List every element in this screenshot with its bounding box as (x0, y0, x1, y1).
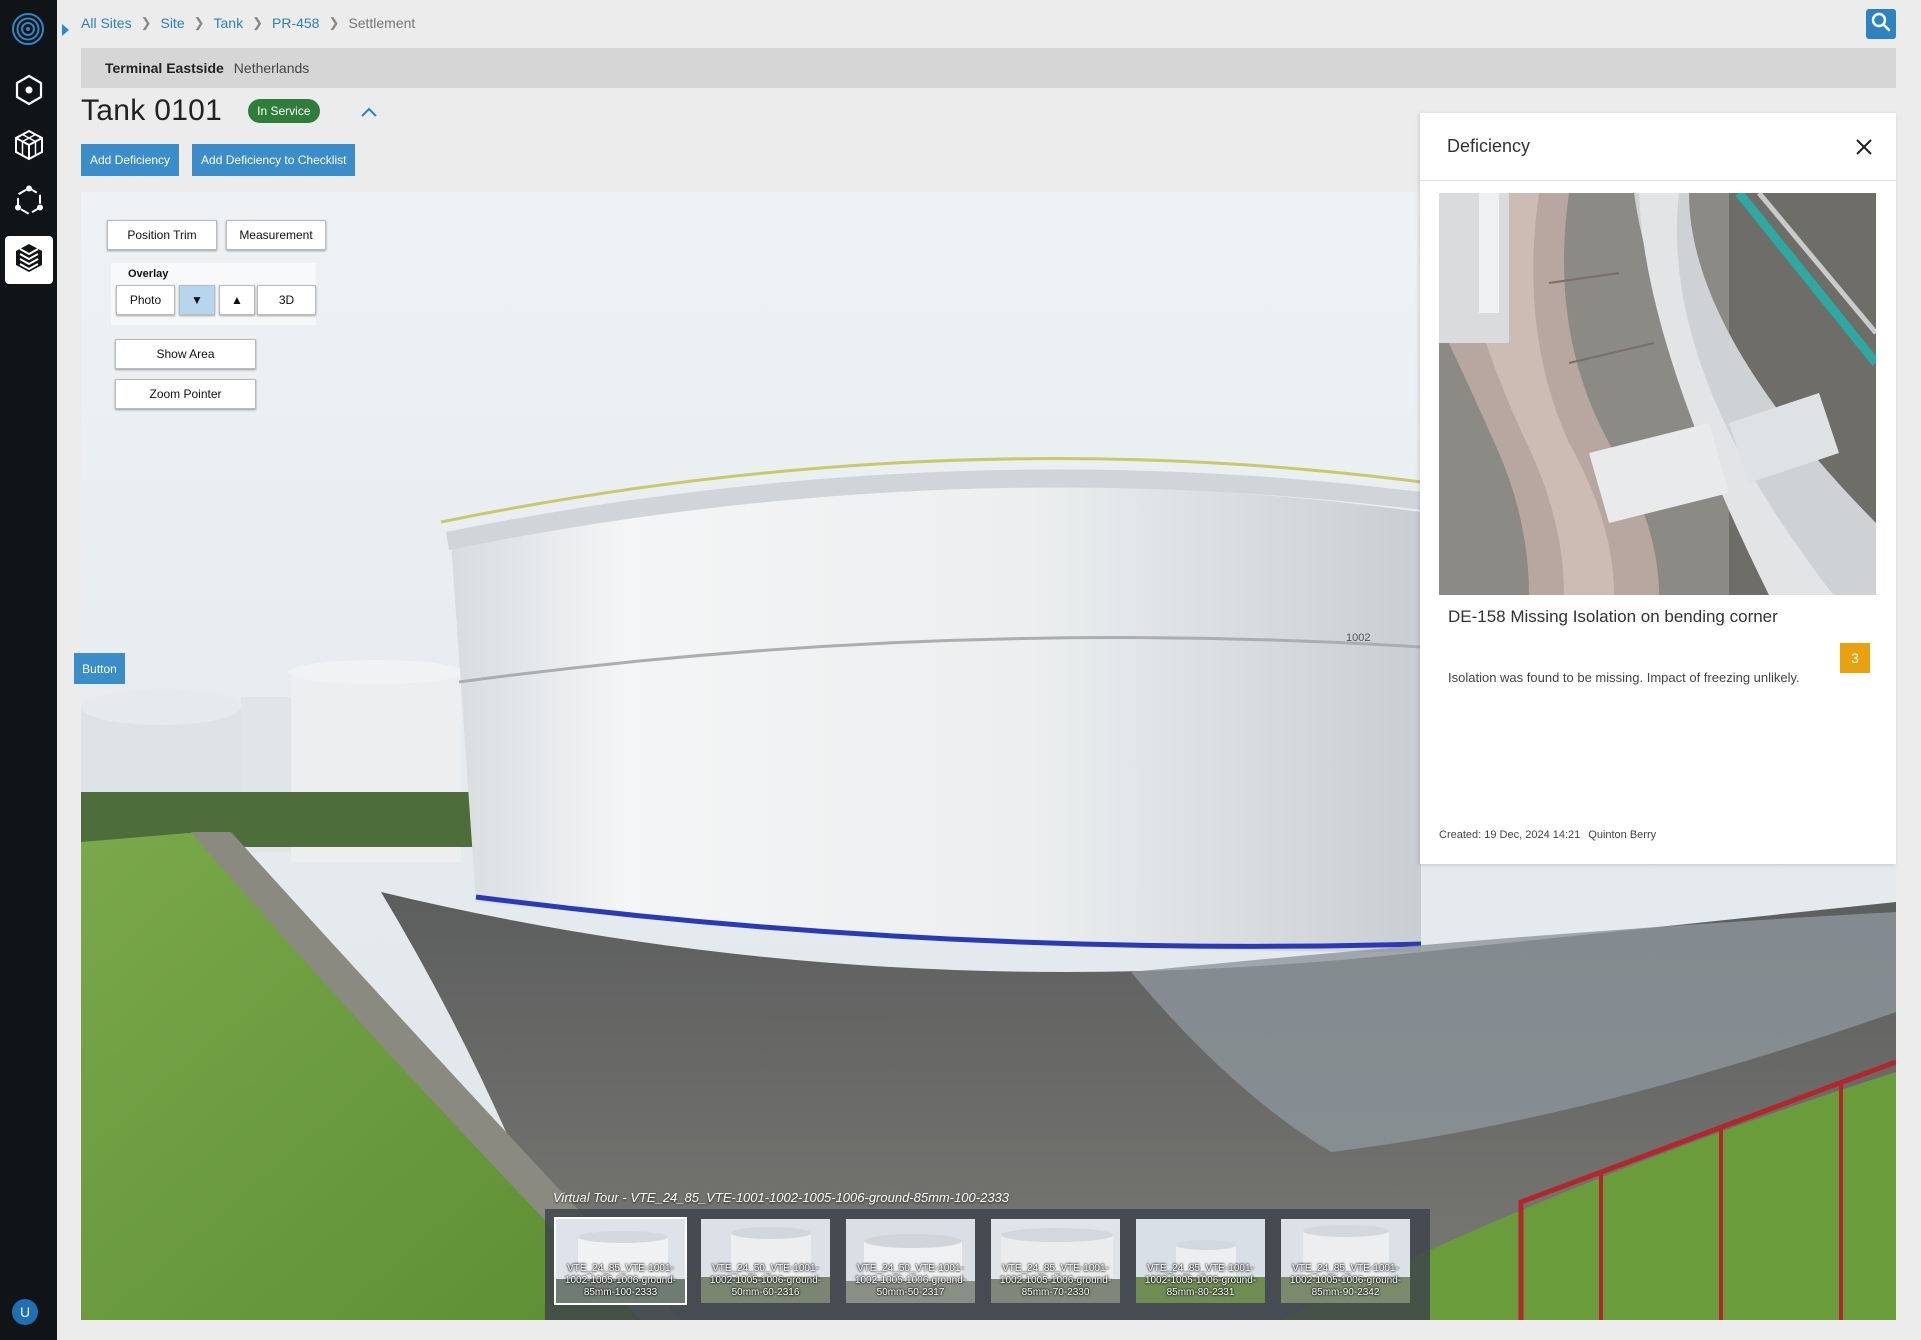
breadcrumb: All Sites ❯ Site ❯ Tank ❯ PR-458 ❯ Settl… (81, 15, 415, 31)
thumbnail-label: 50mm-50-2317 (876, 1287, 945, 1298)
breadcrumb-tank[interactable]: Tank (214, 15, 244, 31)
show-area-button[interactable]: Show Area (115, 339, 256, 369)
panel-header: Deficiency (1420, 113, 1896, 181)
nav-rail: U (0, 0, 69, 1340)
tour-thumbnail-strip: VTE_24_85_VTE-1001- 1002-1005-1006-ground… (545, 1209, 1430, 1320)
deficiency-panel: Deficiency DE-158 Missing Isolation on b… (1420, 113, 1896, 864)
deficiency-title: DE-158 Missing Isolation on bending corn… (1448, 607, 1778, 626)
breadcrumb-current: Settlement (348, 15, 416, 31)
thumbnail-label: VTE_24_50_VTE-1001- (712, 1263, 819, 1274)
created-author: Quinton Berry (1588, 829, 1657, 841)
overlay-label: Overlay (128, 268, 169, 280)
site-country: Netherlands (233, 60, 310, 76)
nav-network[interactable] (5, 179, 53, 227)
chevron-right-icon: ❯ (140, 15, 152, 30)
deficiency-footer: Created: 19 Dec, 2024 14:21 Quinton Berr… (1439, 829, 1656, 841)
thumbnail-label: VTE_24_85_VTE-1001- (1002, 1263, 1109, 1274)
deficiency-photo[interactable] (1439, 193, 1876, 595)
tour-thumbnail[interactable]: VTE_24_85_VTE-1001- 1002-1005-1006-ground… (989, 1217, 1122, 1305)
nav-sites[interactable] (5, 68, 53, 116)
thumbnail-label: 1002-1005-1006-ground- (709, 1275, 822, 1286)
chevron-up-icon[interactable] (360, 105, 378, 117)
cube-icon (13, 129, 45, 166)
thumbnail-label: 85mm-80-2331 (1166, 1287, 1235, 1298)
breadcrumb-site[interactable]: Site (160, 15, 184, 31)
tour-thumbnail[interactable]: VTE_24_85_VTE-1001- 1002-1005-1006-ground… (1279, 1217, 1412, 1305)
side-button[interactable]: Button (74, 653, 125, 684)
deficiency-count-badge: 3 (1840, 643, 1870, 673)
logo-icon[interactable] (11, 12, 45, 46)
thumbnail-label: 1002-1005-1006-ground- (1289, 1275, 1402, 1286)
thumbnail-label: 85mm-70-2330 (1021, 1287, 1090, 1298)
chevron-right-icon: ❯ (193, 15, 205, 30)
thumbnail-label: 1002-1005-1006-ground- (999, 1275, 1112, 1286)
breadcrumb-pr[interactable]: PR-458 (272, 15, 319, 31)
chevron-right-icon: ❯ (252, 15, 263, 30)
breadcrumb-all-sites[interactable]: All Sites (81, 15, 132, 31)
add-deficiency-button[interactable]: Add Deficiency (81, 144, 180, 176)
tour-thumbnail[interactable]: VTE_24_85_VTE-1001- 1002-1005-1006-ground… (1134, 1217, 1267, 1305)
add-deficiency-checklist-button[interactable]: Add Deficiency to Checklist (192, 144, 356, 176)
tour-thumbnail[interactable]: VTE_24_85_VTE-1001- 1002-1005-1006-ground… (554, 1217, 687, 1305)
thumbnail-label: VTE_24_50_VTE-1001- (857, 1263, 964, 1274)
action-bar: Add Deficiency Add Deficiency to Checkli… (81, 144, 356, 176)
position-trim-button[interactable]: Position Trim (107, 220, 217, 250)
measurement-button[interactable]: Measurement (226, 220, 326, 250)
thumbnail-label: 1002-1005-1006-ground- (1144, 1275, 1257, 1286)
search-icon (1871, 12, 1891, 37)
zoom-pointer-button[interactable]: Zoom Pointer (115, 379, 256, 409)
overlay-3d-button[interactable]: 3D (257, 285, 316, 315)
tour-caption: Virtual Tour - VTE_24_85_VTE-1001-1002-1… (553, 1190, 1010, 1205)
overlay-increase-button[interactable]: ▲ (219, 285, 255, 315)
nav-inspection[interactable] (5, 236, 53, 284)
thumbnail-label: VTE_24_85_VTE-1001- (1147, 1263, 1254, 1274)
tour-thumbnail[interactable]: VTE_24_50_VTE-1001- 1002-1005-1006-ground… (844, 1217, 977, 1305)
overlay-decrease-button[interactable]: ▼ (179, 285, 215, 315)
thumbnail-label: 85mm-90-2342 (1311, 1287, 1380, 1298)
site-name: Terminal Eastside (105, 60, 224, 76)
tank-marking: 1002 (1346, 632, 1371, 644)
created-date: Created: 19 Dec, 2024 14:21 (1439, 829, 1581, 841)
panel-title: Deficiency (1447, 136, 1531, 156)
hexagon-icon (13, 74, 45, 111)
page-title: Tank 0101 (81, 94, 223, 127)
overlay-photo-button[interactable]: Photo (116, 285, 175, 315)
thumbnail-label: 85mm-100-2333 (583, 1287, 658, 1298)
avatar[interactable]: U (12, 1299, 38, 1325)
thumbnail-label: 1002-1005-1006-ground- (854, 1275, 967, 1286)
thumbnail-label: VTE_24_85_VTE-1001- (567, 1263, 674, 1274)
chevron-right-icon: ❯ (328, 15, 340, 30)
title-row: Tank 0101 In Service (81, 94, 378, 128)
thumbnail-label: 1002-1005-1006-ground- (564, 1275, 677, 1286)
nav-assets[interactable] (5, 123, 53, 171)
site-bar: Terminal Eastside Netherlands (81, 48, 1896, 88)
search-button[interactable] (1866, 9, 1896, 39)
layers-icon (13, 242, 45, 279)
status-badge: In Service (248, 99, 320, 123)
tour-thumbnail[interactable]: VTE_24_50_VTE-1001- 1002-1005-1006-ground… (699, 1217, 832, 1305)
expand-rail-icon[interactable] (62, 24, 69, 36)
network-icon (13, 185, 45, 222)
close-icon[interactable] (1854, 137, 1874, 157)
deficiency-description: Isolation was found to be missing. Impac… (1448, 670, 1800, 685)
thumbnail-label: 50mm-60-2316 (731, 1287, 800, 1298)
thumbnail-label: VTE_24_85_VTE-1001- (1292, 1263, 1399, 1274)
